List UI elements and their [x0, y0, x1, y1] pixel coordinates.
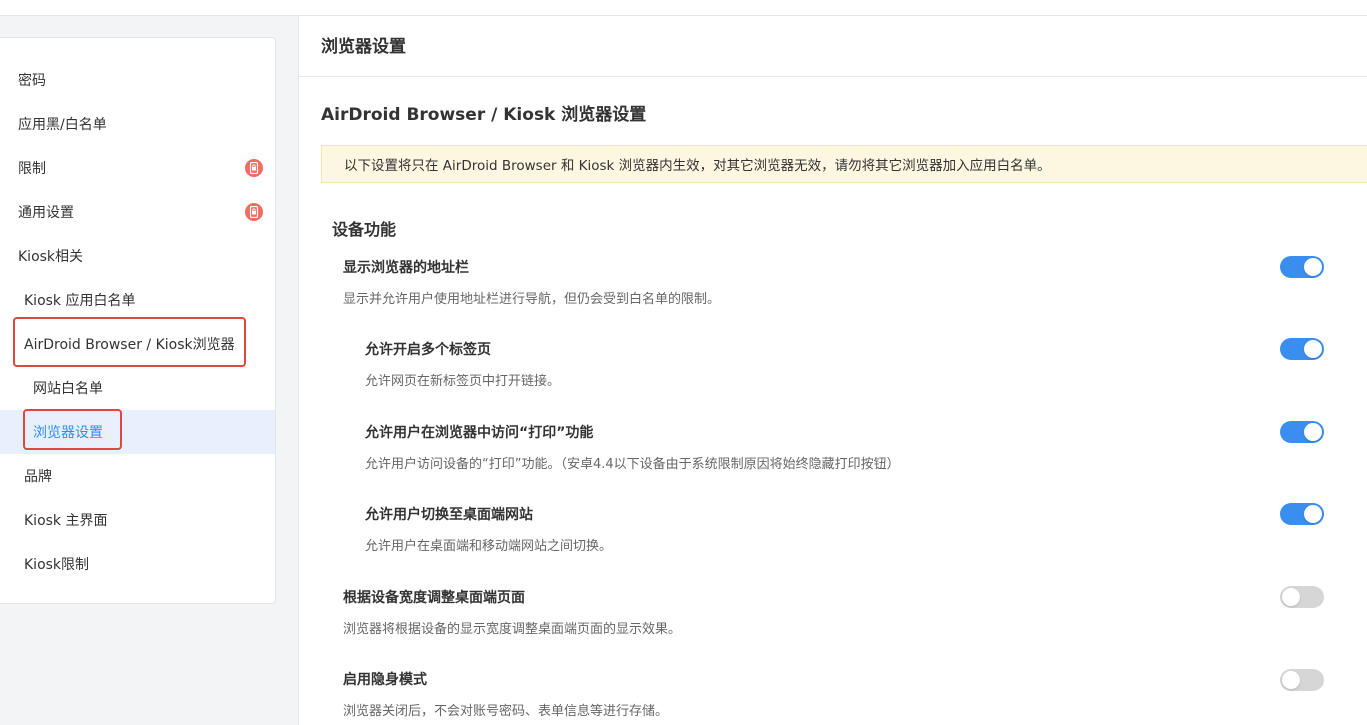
section-title: AirDroid Browser / Kiosk 浏览器设置 [321, 105, 647, 125]
sidebar-item-label: Kiosk 主界面 [24, 513, 108, 529]
sidebar: 密码 应用黑/白名单 限制 通用设置 Kiosk相关 Kiosk 应用白名单 A… [0, 37, 276, 604]
sidebar-item-branding[interactable]: 品牌 [0, 454, 275, 498]
sidebar-item-label: 通用设置 [18, 205, 74, 221]
setting-title: 启用隐身模式 [343, 672, 427, 688]
page-title: 浏览器设置 [321, 37, 406, 57]
divider [299, 76, 1367, 77]
toggle-knob [1304, 340, 1322, 358]
setting-description: 允许用户在桌面端和移动端网站之间切换。 [365, 539, 613, 554]
setting-description: 浏览器关闭后，不会对账号密码、表单信息等进行存储。 [343, 704, 669, 719]
top-bar [0, 0, 1367, 16]
setting-description: 浏览器将根据设备的显示宽度调整桌面端页面的显示效果。 [343, 622, 682, 637]
toggle-knob [1304, 423, 1322, 441]
sidebar-item-label: Kiosk 应用白名单 [24, 293, 136, 309]
sidebar-item-label: 浏览器设置 [33, 425, 103, 441]
sidebar-item-label: 品牌 [24, 469, 52, 485]
sidebar-item-password[interactable]: 密码 [0, 58, 275, 102]
setting-multiple-tabs: 允许开启多个标签页 允许网页在新标签页中打开链接。 [365, 339, 560, 389]
setting-description: 允许用户访问设备的“打印”功能。（安卓4.4以下设备由于系统限制原因将始终隐藏打… [365, 457, 900, 472]
sidebar-item-label: Kiosk限制 [24, 557, 90, 573]
setting-description: 允许网页在新标签页中打开链接。 [365, 374, 561, 389]
sidebar-item-label: 密码 [18, 73, 46, 89]
group-title: 设备功能 [332, 220, 397, 239]
setting-title: 允许用户切换至桌面端网站 [365, 507, 533, 523]
setting-fit-desktop-page: 根据设备宽度调整桌面端页面 浏览器将根据设备的显示宽度调整桌面端页面的显示效果。 [343, 587, 681, 637]
setting-title: 允许开启多个标签页 [365, 342, 491, 358]
setting-incognito-mode: 启用隐身模式 浏览器关闭后，不会对账号密码、表单信息等进行存储。 [343, 669, 668, 719]
notice-banner: 以下设置将只在 AirDroid Browser 和 Kiosk 浏览器内生效，… [321, 145, 1367, 183]
sidebar-item-browser-settings[interactable]: 浏览器设置 [0, 410, 275, 454]
sidebar-item-restrictions[interactable]: 限制 [0, 146, 275, 190]
sidebar-item-general-settings[interactable]: 通用设置 [0, 190, 275, 234]
toggle-knob [1282, 671, 1300, 689]
toggle-desktop-site[interactable] [1280, 503, 1324, 525]
lock-phone-icon [245, 203, 263, 221]
toggle-knob [1304, 258, 1322, 276]
sidebar-item-label: 应用黑/白名单 [18, 117, 107, 133]
setting-description: 显示并允许用户使用地址栏进行导航，但仍会受到白名单的限制。 [343, 292, 721, 307]
setting-title: 显示浏览器的地址栏 [343, 260, 469, 276]
sidebar-item-kiosk-restrictions[interactable]: Kiosk限制 [0, 542, 275, 586]
sidebar-item-label: AirDroid Browser / Kiosk浏览器 [24, 337, 235, 353]
toggle-show-address-bar[interactable] [1280, 256, 1324, 278]
setting-print-access: 允许用户在浏览器中访问“打印”功能 允许用户访问设备的“打印”功能。（安卓4.4… [365, 422, 900, 472]
sidebar-item-kiosk-home[interactable]: Kiosk 主界面 [0, 498, 275, 542]
sidebar-item-kiosk-related[interactable]: Kiosk相关 [0, 234, 275, 278]
sidebar-item-app-blacklist-whitelist[interactable]: 应用黑/白名单 [0, 102, 275, 146]
sidebar-item-airdroid-browser[interactable]: AirDroid Browser / Kiosk浏览器 [0, 322, 275, 366]
sidebar-item-kiosk-app-whitelist[interactable]: Kiosk 应用白名单 [0, 278, 275, 322]
setting-show-address-bar: 显示浏览器的地址栏 显示并允许用户使用地址栏进行导航，但仍会受到白名单的限制。 [343, 257, 720, 307]
sidebar-item-website-whitelist[interactable]: 网站白名单 [0, 366, 275, 410]
sidebar-item-label: 网站白名单 [33, 381, 103, 397]
setting-title: 允许用户在浏览器中访问“打印”功能 [365, 425, 594, 441]
toggle-incognito-mode[interactable] [1280, 669, 1324, 691]
notice-text: 以下设置将只在 AirDroid Browser 和 Kiosk 浏览器内生效，… [344, 158, 1051, 174]
lock-phone-icon [245, 159, 263, 177]
toggle-knob [1304, 505, 1322, 523]
setting-title: 根据设备宽度调整桌面端页面 [343, 590, 525, 606]
sidebar-item-label: Kiosk相关 [18, 249, 84, 265]
main-content: 浏览器设置 AirDroid Browser / Kiosk 浏览器设置 以下设… [298, 16, 1367, 725]
toggle-print-access[interactable] [1280, 421, 1324, 443]
sidebar-item-label: 限制 [18, 161, 46, 177]
toggle-knob [1282, 588, 1300, 606]
setting-desktop-site: 允许用户切换至桌面端网站 允许用户在桌面端和移动端网站之间切换。 [365, 504, 612, 554]
toggle-fit-desktop-page[interactable] [1280, 586, 1324, 608]
toggle-multiple-tabs[interactable] [1280, 338, 1324, 360]
